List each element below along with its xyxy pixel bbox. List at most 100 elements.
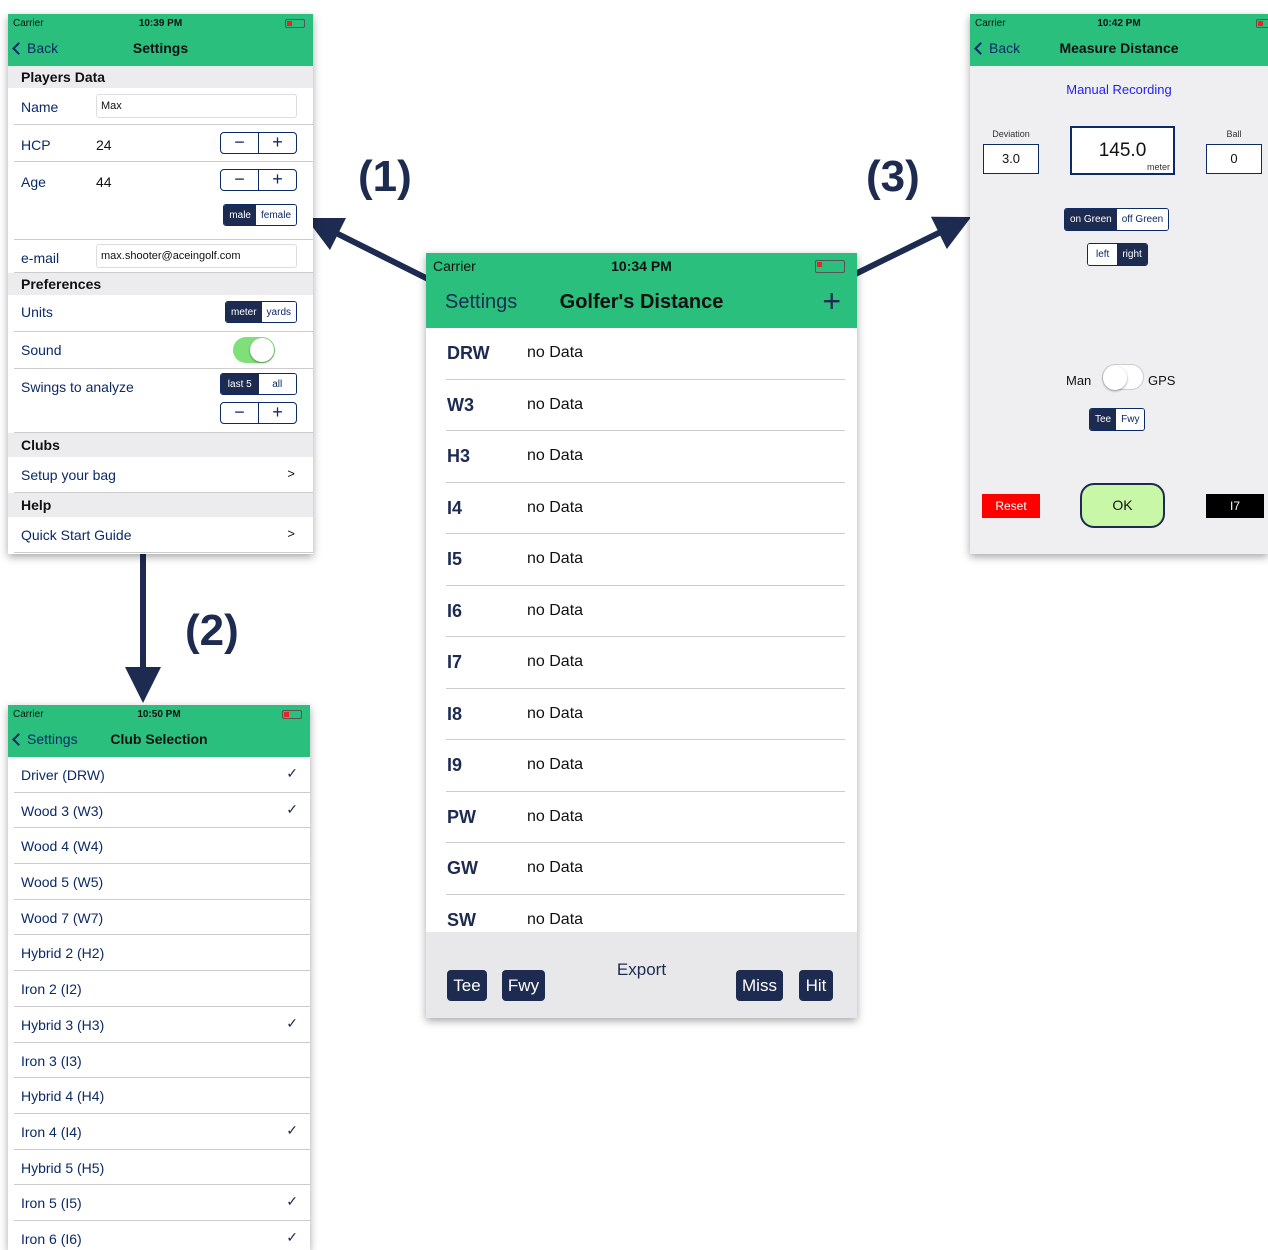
minus-button[interactable]: − <box>221 403 259 423</box>
toggle-knob <box>250 338 274 362</box>
list-item[interactable]: Hybrid 5 (H5) <box>14 1150 310 1186</box>
side-segmented-control[interactable]: left right <box>1087 243 1148 266</box>
club-code: I4 <box>447 497 463 518</box>
table-row[interactable]: GW no Data <box>446 843 845 895</box>
list-item[interactable]: Iron 4 (I4) ✓ <box>14 1114 310 1150</box>
hcp-row: HCP 24 − + <box>14 125 313 162</box>
club-button[interactable]: I7 <box>1206 494 1264 518</box>
name-row: Name Max <box>14 88 313 125</box>
list-item[interactable]: Hybrid 2 (H2) <box>14 935 310 972</box>
table-row[interactable]: I7 no Data <box>446 637 845 689</box>
section-clubs: Clubs <box>8 433 313 457</box>
email-field[interactable]: max.shooter@aceingolf.com <box>96 244 297 268</box>
deviation-label: Deviation <box>992 129 1030 139</box>
list-item[interactable]: Wood 5 (W5) <box>14 864 310 900</box>
table-row[interactable]: H3 no Data <box>446 431 845 483</box>
table-row[interactable]: I9 no Data <box>446 740 845 792</box>
export-button[interactable]: Export <box>426 960 857 980</box>
swings-segmented-control[interactable]: last 5 all <box>220 373 297 395</box>
segment-on-green[interactable]: on Green <box>1065 209 1117 230</box>
club-name: Iron 4 (I4) <box>21 1123 82 1140</box>
list-item[interactable]: Hybrid 3 (H3) ✓ <box>14 1007 310 1043</box>
table-row[interactable]: PW no Data <box>446 792 845 843</box>
list-item[interactable]: Wood 3 (W3) ✓ <box>14 793 310 829</box>
status-time: 10:34 PM <box>611 258 672 274</box>
list-item[interactable]: Iron 3 (I3) <box>14 1043 310 1079</box>
deviation-field[interactable]: 3.0 <box>983 144 1039 174</box>
annotation-2: (2) <box>185 606 239 655</box>
lie-segmented-control[interactable]: Tee Fwy <box>1089 408 1146 431</box>
segment-off-green[interactable]: off Green <box>1116 209 1169 230</box>
miss-button[interactable]: Miss <box>736 970 783 1001</box>
age-stepper[interactable]: − + <box>220 169 297 191</box>
swings-row: Swings to analyze last 5 all − + <box>14 369 313 433</box>
segment-tee[interactable]: Tee <box>1090 409 1117 430</box>
swings-stepper[interactable]: − + <box>220 402 297 424</box>
units-segmented-control[interactable]: meter yards <box>224 301 297 323</box>
hcp-value: 24 <box>96 137 112 153</box>
table-row[interactable]: W3 no Data <box>446 380 845 431</box>
club-selection-screen: Carrier 10:50 PM Settings Club Selection… <box>8 705 310 1250</box>
segment-female[interactable]: female <box>255 205 296 225</box>
gps-label: GPS <box>1148 373 1176 388</box>
list-item[interactable]: Iron 5 (I5) ✓ <box>14 1185 310 1221</box>
email-label: e-mail <box>21 250 60 266</box>
minus-button[interactable]: − <box>221 170 259 190</box>
segment-all[interactable]: all <box>258 374 296 394</box>
battery-icon <box>282 710 302 719</box>
green-segmented-control[interactable]: on Green off Green <box>1064 208 1170 231</box>
gender-segmented-control[interactable]: male female <box>223 204 297 226</box>
setup-bag-row[interactable]: Setup your bag > <box>14 457 313 493</box>
segment-fwy[interactable]: Fwy <box>1116 409 1145 430</box>
list-item[interactable]: Wood 4 (W4) <box>14 828 310 865</box>
club-list: Driver (DRW) ✓ Wood 3 (W3) ✓ Wood 4 (W4) W… <box>8 757 310 1250</box>
hit-button[interactable]: Hit <box>799 970 833 1001</box>
table-row[interactable]: I6 no Data <box>446 586 845 637</box>
status-time: 10:42 PM <box>1097 18 1141 29</box>
plus-button[interactable]: + <box>259 403 296 423</box>
quick-start-row[interactable]: Quick Start Guide > <box>14 517 313 553</box>
measure-navbar: Carrier 10:42 PM Back Measure Distance <box>970 14 1268 66</box>
ok-button[interactable]: OK <box>1080 483 1165 528</box>
segment-last-5[interactable]: last 5 <box>221 374 259 394</box>
table-row[interactable]: I4 no Data <box>446 483 845 534</box>
hcp-stepper[interactable]: − + <box>220 132 297 154</box>
minus-button[interactable]: − <box>221 133 259 153</box>
sound-label: Sound <box>21 342 62 358</box>
ball-field[interactable]: 0 <box>1206 144 1262 174</box>
gps-toggle[interactable] <box>1102 364 1144 390</box>
segment-right[interactable]: right <box>1117 244 1147 265</box>
swings-label: Swings to analyze <box>21 379 134 395</box>
club-code: H3 <box>447 446 471 466</box>
segment-yards[interactable]: yards <box>261 302 296 322</box>
list-item[interactable]: Driver (DRW) ✓ <box>14 757 310 793</box>
plus-button[interactable]: + <box>259 170 296 190</box>
list-item[interactable]: Wood 7 (W7) <box>14 900 310 936</box>
table-row[interactable]: I5 no Data <box>446 534 845 586</box>
arrow-1 <box>305 217 442 288</box>
sound-toggle[interactable] <box>233 337 275 363</box>
club-code: SW <box>447 909 476 930</box>
segment-meter[interactable]: meter <box>225 302 262 322</box>
plus-button[interactable]: + <box>259 133 296 153</box>
club-name: Iron 2 (I2) <box>21 981 82 998</box>
list-item[interactable]: Hybrid 4 (H4) <box>14 1078 310 1114</box>
table-row[interactable]: DRW no Data <box>446 328 845 380</box>
segment-left[interactable]: left <box>1088 244 1118 265</box>
segment-male[interactable]: male <box>224 205 256 225</box>
add-button[interactable]: + <box>822 283 841 320</box>
status-time: 10:39 PM <box>138 18 183 29</box>
club-name: Wood 5 (W5) <box>21 874 104 891</box>
checkmark-icon: ✓ <box>286 1121 298 1138</box>
reset-button[interactable]: Reset <box>982 494 1040 518</box>
list-item[interactable]: Iron 2 (I2) <box>14 971 310 1007</box>
distance-field[interactable]: 145.0 meter <box>1070 126 1175 175</box>
club-selection-navbar: Carrier 10:50 PM Settings Club Selection <box>8 705 310 757</box>
checkmark-icon: ✓ <box>286 1193 298 1210</box>
club-code: I9 <box>447 755 463 775</box>
list-item[interactable]: Iron 6 (I6) ✓ <box>14 1221 310 1250</box>
name-field[interactable]: Max <box>96 94 297 118</box>
club-code: GW <box>447 858 478 878</box>
table-row[interactable]: I8 no Data <box>446 689 845 740</box>
club-name: Wood 4 (W4) <box>21 838 104 855</box>
